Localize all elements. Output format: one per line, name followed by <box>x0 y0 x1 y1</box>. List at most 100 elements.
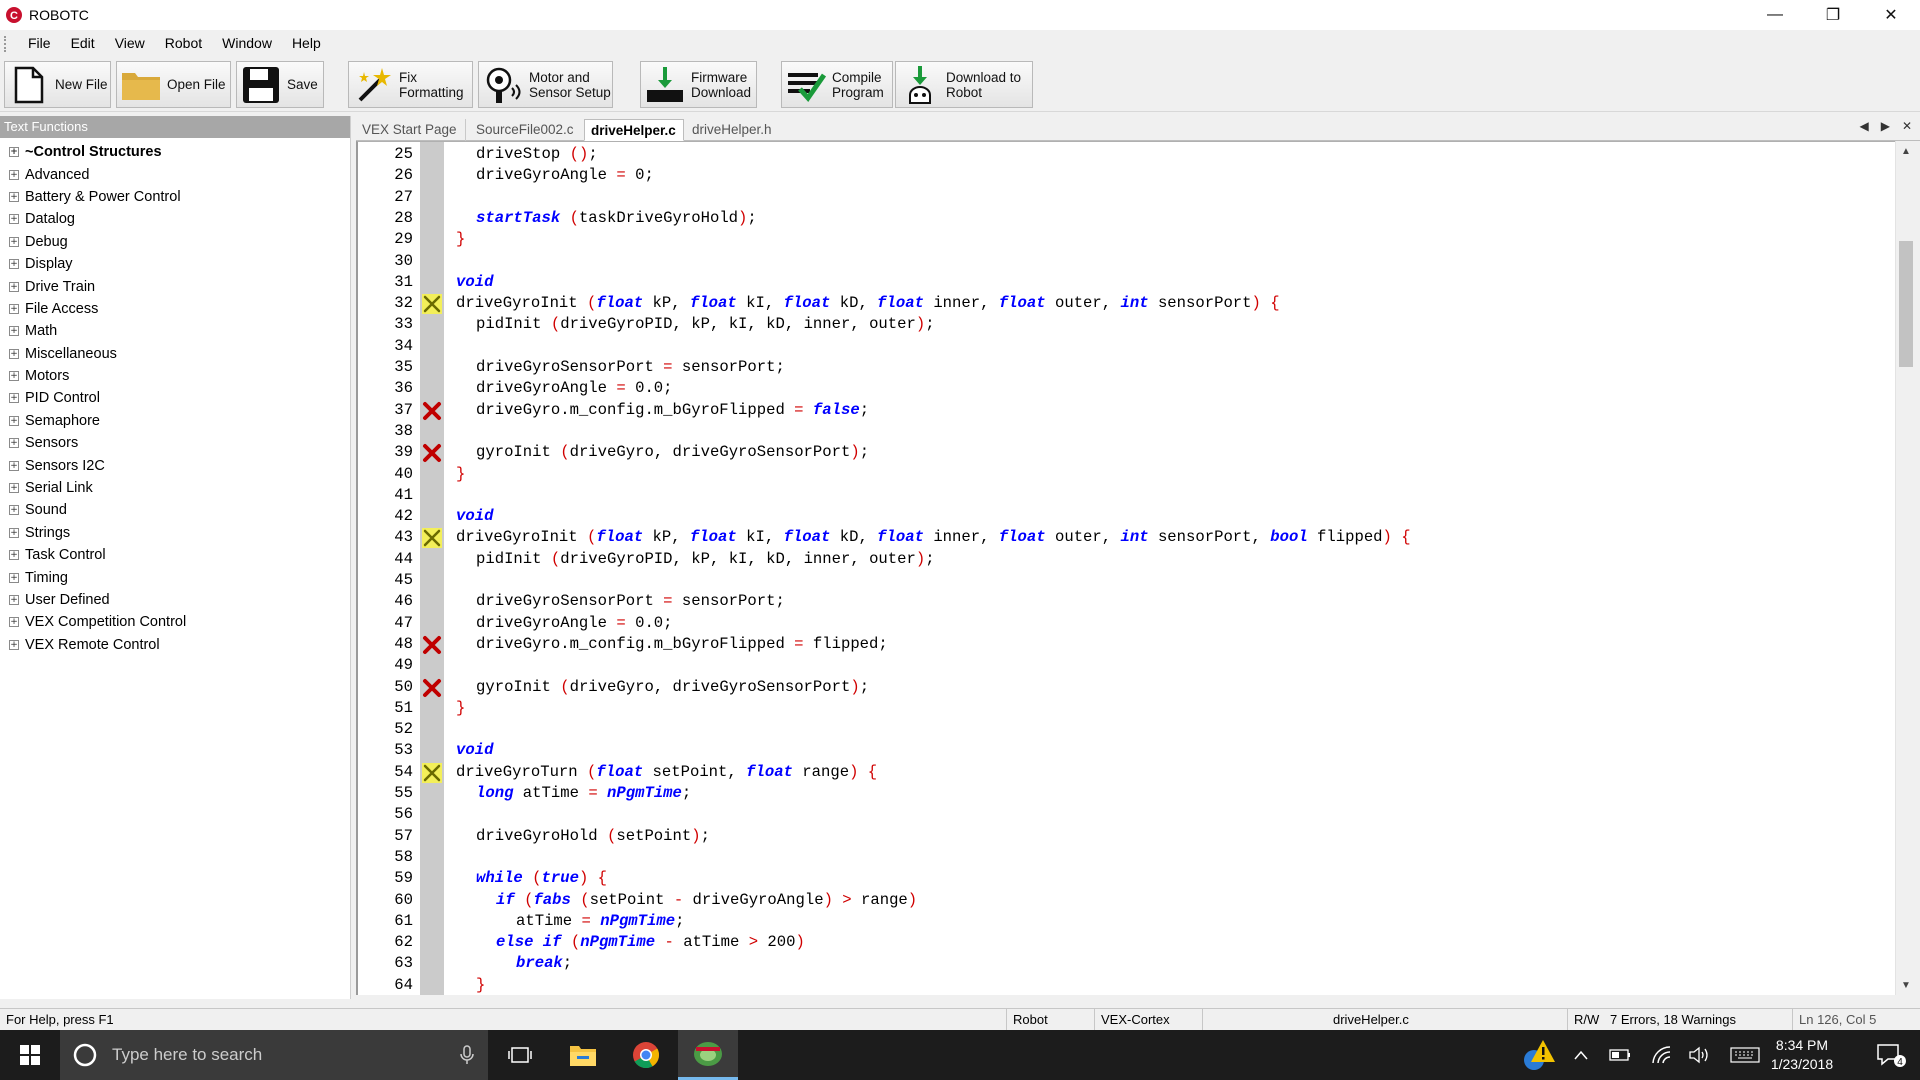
expand-plus-icon[interactable]: + <box>9 348 19 359</box>
code-line[interactable]: 60 if (fabs (setPoint - driveGyroAngle) >… <box>358 890 1898 911</box>
error-marker-icon[interactable] <box>422 678 442 698</box>
save-button[interactable]: Save <box>236 61 324 108</box>
function-category[interactable]: + Sensors <box>0 432 350 454</box>
error-marker-icon[interactable] <box>422 401 442 421</box>
scroll-up-icon[interactable]: ▲ <box>1896 141 1916 161</box>
function-category[interactable]: + ~Control Structures <box>0 141 350 163</box>
code-line[interactable]: 59 while (true) { <box>358 868 1898 889</box>
code-line[interactable]: 39 gyroInit (driveGyro, driveGyroSensorPo… <box>358 442 1898 463</box>
menu-edit[interactable]: Edit <box>61 30 105 57</box>
expand-plus-icon[interactable]: + <box>9 483 19 494</box>
open-file-button[interactable]: Open File <box>116 61 231 108</box>
tab-scroll-left-icon[interactable]: ◀ <box>1859 119 1868 133</box>
code-line[interactable]: 48 driveGyro.m_config.m_bGyroFlipped = fl… <box>358 634 1898 655</box>
function-category[interactable]: + Serial Link <box>0 477 350 499</box>
tray-update-alert[interactable] <box>1518 1030 1558 1080</box>
volume-icon[interactable] <box>1685 1030 1715 1080</box>
code-line[interactable]: 27 <box>358 187 1898 208</box>
code-line[interactable]: 53 void <box>358 740 1898 761</box>
expand-plus-icon[interactable]: + <box>9 147 19 158</box>
function-category[interactable]: + Datalog <box>0 208 350 230</box>
code-line[interactable]: 28 startTask (taskDriveGyroHold); <box>358 208 1898 229</box>
scroll-thumb[interactable] <box>1899 241 1913 367</box>
function-category[interactable]: + Task Control <box>0 544 350 566</box>
code-line[interactable]: 64} <box>358 975 1898 995</box>
tab-drivehelper-h[interactable]: driveHelper.h <box>686 119 786 141</box>
menu-file[interactable]: File <box>18 30 61 57</box>
warning-marker-icon[interactable] <box>422 762 442 783</box>
function-category[interactable]: + File Access <box>0 298 350 320</box>
function-category[interactable]: + Battery & Power Control <box>0 186 350 208</box>
error-marker-icon[interactable] <box>422 443 442 463</box>
function-category[interactable]: + Timing <box>0 566 350 588</box>
function-category[interactable]: + Semaphore <box>0 410 350 432</box>
wifi-icon[interactable] <box>1647 1030 1677 1080</box>
close-button[interactable]: ✕ <box>1862 0 1920 30</box>
tab-drivehelper-c[interactable]: driveHelper.c <box>584 119 684 141</box>
action-center-button[interactable]: 4 <box>1866 1030 1916 1080</box>
code-line[interactable]: 51} <box>358 698 1898 719</box>
code-line[interactable]: 50 gyroInit (driveGyro, driveGyroSensorPo… <box>358 677 1898 698</box>
expand-plus-icon[interactable]: + <box>9 393 19 404</box>
expand-plus-icon[interactable]: + <box>9 281 19 292</box>
code-line[interactable]: 34 <box>358 336 1898 357</box>
code-line[interactable]: 31 void <box>358 272 1898 293</box>
expand-plus-icon[interactable]: + <box>9 527 19 538</box>
code-line[interactable]: 46 driveGyroSensorPort = sensorPort; <box>358 591 1898 612</box>
expand-plus-icon[interactable]: + <box>9 550 19 561</box>
minimize-button[interactable]: — <box>1746 0 1804 30</box>
code-line[interactable]: 35 driveGyroSensorPort = sensorPort; <box>358 357 1898 378</box>
code-line[interactable]: 57 driveGyroHold (setPoint); <box>358 826 1898 847</box>
menu-help[interactable]: Help <box>282 30 331 57</box>
code-line[interactable]: 62 else if (nPgmTime - atTime > 200) <box>358 932 1898 953</box>
code-line[interactable]: 36 driveGyroAngle = 0.0; <box>358 378 1898 399</box>
compile-program-button[interactable]: Compile Program <box>781 61 893 108</box>
code-line[interactable]: 26 driveGyroAngle = 0; <box>358 165 1898 186</box>
code-line[interactable]: 45 <box>358 570 1898 591</box>
function-category[interactable]: + VEX Competition Control <box>0 611 350 633</box>
expand-plus-icon[interactable]: + <box>9 371 19 382</box>
start-button[interactable] <box>0 1030 60 1080</box>
code-line[interactable]: 52 <box>358 719 1898 740</box>
expand-plus-icon[interactable]: + <box>9 214 19 225</box>
tab-scroll-right-icon[interactable]: ▶ <box>1881 119 1890 133</box>
menu-robot[interactable]: Robot <box>155 30 212 57</box>
code-line[interactable]: 55 long atTime = nPgmTime; <box>358 783 1898 804</box>
menu-view[interactable]: View <box>105 30 155 57</box>
code-line[interactable]: 37 driveGyro.m_config.m_bGyroFlipped = fa… <box>358 400 1898 421</box>
new-file-button[interactable]: New File <box>4 61 111 108</box>
expand-plus-icon[interactable]: + <box>9 303 19 314</box>
warning-marker-icon[interactable] <box>422 294 442 315</box>
expand-plus-icon[interactable]: + <box>9 572 19 583</box>
function-category[interactable]: + Sensors I2C <box>0 454 350 476</box>
scroll-down-icon[interactable]: ▼ <box>1896 975 1916 995</box>
taskbar-search-box[interactable]: Type here to search <box>60 1030 488 1080</box>
robotc-taskbar-button[interactable] <box>678 1030 738 1080</box>
task-view-button[interactable] <box>490 1030 550 1080</box>
firmware-download-button[interactable]: Firmware Download <box>640 61 757 108</box>
expand-plus-icon[interactable]: + <box>9 595 19 605</box>
code-line[interactable]: 54 driveGyroTurn (float setPoint, float r… <box>358 762 1898 783</box>
code-line[interactable]: 58 <box>358 847 1898 868</box>
code-editor[interactable]: 25 driveStop (); 26 driveGyroAngle = 0; 27 28… <box>356 141 1901 995</box>
code-line[interactable]: 43 driveGyroInit (float kP, float kI, flo… <box>358 527 1898 549</box>
warning-marker-icon[interactable] <box>422 528 442 549</box>
code-line[interactable]: 47 driveGyroAngle = 0.0; <box>358 613 1898 634</box>
expand-plus-icon[interactable]: + <box>9 169 19 180</box>
function-category[interactable]: + Math <box>0 320 350 342</box>
code-line[interactable]: 25 driveStop (); <box>358 144 1898 165</box>
function-category[interactable]: + Advanced <box>0 163 350 185</box>
code-line[interactable]: 42 void <box>358 506 1898 527</box>
function-category[interactable]: + User Defined <box>0 589 350 611</box>
menu-window[interactable]: Window <box>212 30 282 57</box>
code-line[interactable]: 41 <box>358 485 1898 506</box>
error-marker-icon[interactable] <box>422 635 442 655</box>
code-line[interactable]: 44 pidInit (driveGyroPID, kP, kI, kD, inn… <box>358 549 1898 570</box>
code-line[interactable]: 61 atTime = nPgmTime; <box>358 911 1898 932</box>
expand-plus-icon[interactable]: + <box>9 617 19 628</box>
expand-plus-icon[interactable]: + <box>9 438 19 449</box>
function-category[interactable]: + Motors <box>0 365 350 387</box>
expand-plus-icon[interactable]: + <box>9 415 19 426</box>
code-line[interactable]: 29} <box>358 229 1898 250</box>
chrome-button[interactable] <box>616 1030 676 1080</box>
